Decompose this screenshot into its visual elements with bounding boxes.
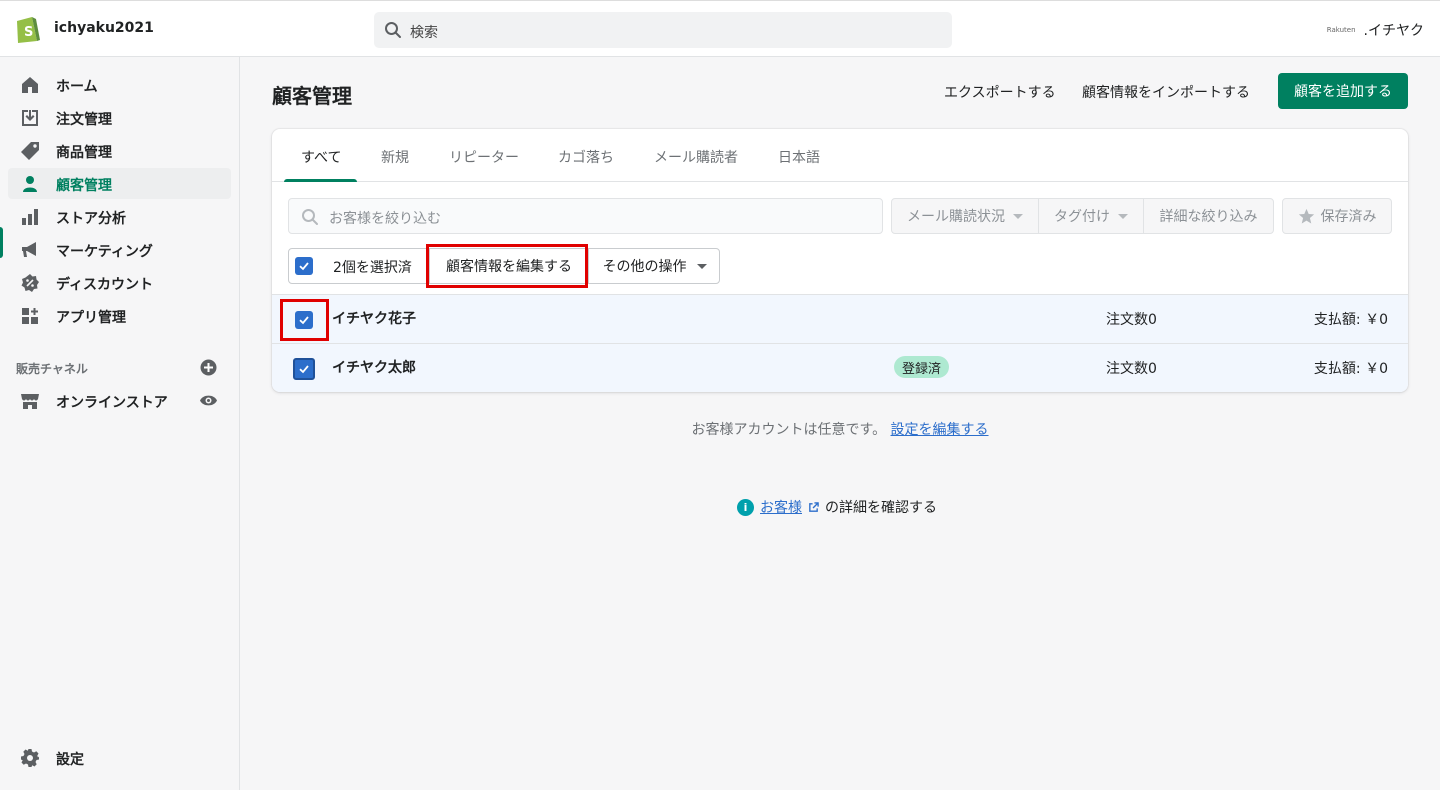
filter-placeholder: お客様を絞り込む [329, 211, 441, 227]
apps-icon [22, 308, 38, 324]
checkmark-icon [299, 365, 309, 374]
import-button[interactable]: 顧客情報をインポートする [1082, 82, 1250, 102]
sales-channels-heading: 販売チャネル [16, 362, 88, 376]
sidebar-item-apps[interactable]: アプリ管理 [8, 300, 231, 331]
tab-repeat[interactable]: リピーター [449, 147, 519, 167]
orders-icon [22, 110, 38, 126]
discount-icon [21, 274, 39, 292]
more-actions-label: その他の操作 [602, 259, 687, 275]
sidebar-item-online-store[interactable]: オンラインストア [8, 385, 231, 416]
sidebar-item-settings[interactable]: 設定 [8, 742, 231, 773]
sidebar-item-label: ストア分析 [56, 211, 126, 227]
partner-logo: Rakuten [1326, 26, 1356, 34]
store-name[interactable]: ichyaku2021 [54, 20, 154, 36]
export-button[interactable]: エクスポートする [944, 82, 1056, 102]
global-search-input[interactable]: 検索 [374, 12, 952, 48]
email-status-filter[interactable]: メール購読状況 [891, 198, 1039, 234]
add-channel-plus-icon[interactable] [200, 359, 217, 376]
highlight-box-checkbox [280, 299, 329, 341]
sidebar-item-label: ディスカウント [56, 277, 154, 293]
filter-label: タグ付け [1054, 209, 1110, 225]
customer-name[interactable]: イチヤク花子 [332, 308, 416, 328]
megaphone-icon [22, 242, 36, 257]
amount-paid: 支払額: ￥0 [1313, 361, 1388, 377]
sidebar-item-label: アプリ管理 [56, 310, 126, 326]
amount-paid: 支払額: ￥0 [1313, 312, 1388, 328]
account-settings-note: お客様アカウントは任意です。 設定を編集する [0, 419, 1440, 439]
selected-count: 2個を選択済 [333, 260, 412, 276]
highlight-box-edit [426, 244, 588, 288]
top-bar: S ichyaku2021 検索 Rakuten .イチヤク [0, 0, 1440, 57]
info-suffix: の詳細を確認する [825, 500, 937, 516]
more-actions-dropdown[interactable]: その他の操作 [589, 249, 720, 283]
customers-card: すべて 新規 リピーター カゴ落ち メール購読者 日本語 お客様を絞り込む メー… [272, 129, 1408, 392]
sidebar-item-customers[interactable]: 顧客管理 [8, 168, 231, 199]
shopify-logo-icon[interactable]: S [14, 14, 40, 44]
customer-tabs: すべて 新規 リピーター カゴ落ち メール購読者 日本語 [272, 129, 1408, 182]
info-icon: i [737, 498, 754, 516]
add-customer-button[interactable]: 顧客を追加する [1278, 73, 1408, 109]
svg-text:S: S [24, 25, 33, 40]
customer-icon [23, 176, 37, 192]
customer-name[interactable]: イチヤク太郎 [332, 357, 416, 377]
sidebar-item-discounts[interactable]: ディスカウント [8, 267, 231, 298]
saved-label: 保存済み [1320, 209, 1377, 225]
search-icon [385, 22, 401, 38]
tag-icon [21, 142, 39, 160]
status-badge: 登録済 [894, 356, 950, 378]
tab-abandoned[interactable]: カゴ落ち [558, 147, 614, 167]
select-all-checkbox[interactable] [289, 249, 321, 283]
filter-label: メール購読状況 [907, 209, 1005, 225]
sidebar-item-analytics[interactable]: ストア分析 [8, 201, 231, 232]
tab-email-subscribers[interactable]: メール購読者 [654, 147, 738, 167]
customers-help-link[interactable]: お客様 [760, 497, 802, 517]
tagged-filter[interactable]: タグ付け [1038, 198, 1144, 234]
sidebar-item-label: 商品管理 [56, 145, 112, 161]
sidebar-item-home[interactable]: ホーム [8, 69, 231, 100]
user-menu[interactable]: Rakuten .イチヤク [1327, 20, 1424, 40]
tab-all[interactable]: すべて [301, 147, 341, 167]
edit-settings-link[interactable]: 設定を編集する [891, 422, 989, 438]
chevron-down-icon [696, 263, 707, 269]
sidebar-item-label: オンラインストア [56, 395, 168, 411]
table-row[interactable]: イチヤク太郎 登録済 注文数0 支払額: ￥0 [272, 343, 1408, 392]
sidebar-item-label: 設定 [56, 752, 84, 768]
sidebar-item-label: 顧客管理 [56, 178, 112, 194]
external-link-icon[interactable] [808, 501, 819, 513]
sidebar-item-marketing[interactable]: マーケティング [8, 234, 231, 265]
filter-label: 詳細な絞り込み [1159, 209, 1258, 225]
checkmark-icon [299, 262, 309, 271]
customer-filter-input[interactable]: お客様を絞り込む [288, 198, 883, 234]
order-count: 注文数0 [1106, 361, 1157, 377]
order-count: 注文数0 [1106, 312, 1157, 328]
sidebar-item-orders[interactable]: 注文管理 [8, 102, 231, 133]
checkbox-checked [295, 257, 313, 275]
sidebar-item-label: 注文管理 [56, 112, 112, 128]
sidebar-item-label: ホーム [56, 79, 98, 95]
user-name: .イチヤク [1363, 23, 1424, 39]
search-icon [302, 209, 318, 225]
active-indicator [0, 227, 3, 258]
saved-filters-button[interactable]: 保存済み [1282, 198, 1392, 234]
sidebar-item-products[interactable]: 商品管理 [8, 135, 231, 166]
view-store-eye-icon[interactable] [199, 392, 218, 409]
chevron-down-icon [1013, 213, 1023, 219]
chevron-down-icon [1118, 213, 1128, 219]
star-icon [1298, 208, 1314, 223]
sidebar-item-label: マーケティング [56, 244, 153, 260]
active-tab-underline [284, 179, 357, 182]
analytics-icon [22, 209, 38, 225]
tab-new[interactable]: 新規 [381, 147, 409, 167]
note-text: お客様アカウントは任意です。 [691, 422, 887, 438]
learn-more-line: i お客様 の詳細を確認する [737, 497, 937, 517]
search-placeholder: 検索 [410, 25, 438, 41]
page-title: 顧客管理 [272, 84, 352, 108]
gear-icon [21, 749, 39, 767]
row-checkbox[interactable] [293, 358, 315, 380]
more-filters-button[interactable]: 詳細な絞り込み [1143, 198, 1274, 234]
store-icon [21, 394, 39, 409]
table-row[interactable]: イチヤク花子 注文数0 支払額: ￥0 [272, 294, 1408, 343]
home-icon [22, 77, 38, 93]
tab-japanese[interactable]: 日本語 [778, 147, 820, 167]
